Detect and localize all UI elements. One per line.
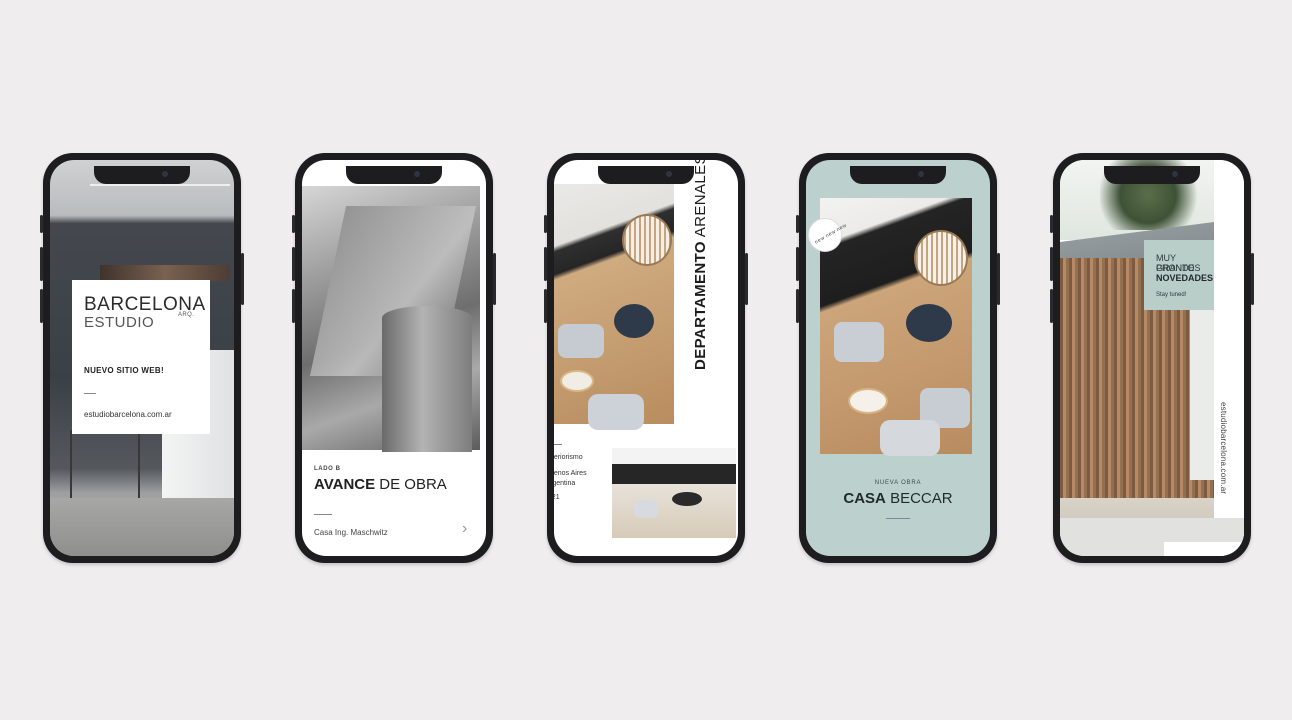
phone-screen-1: BARCELONA ESTUDIO ARQ. NUEVO SITIO WEB! … <box>50 160 234 556</box>
living-room-photo <box>612 448 736 538</box>
announcement-line-2: GRANDES <box>1156 263 1201 273</box>
armchair <box>880 420 940 456</box>
ottoman <box>672 492 702 506</box>
armchair <box>834 322 884 362</box>
phone-notch <box>94 166 190 184</box>
website-link[interactable]: estudiobarcelona.com.ar <box>84 410 172 419</box>
concrete-column <box>382 306 472 452</box>
brand-suffix: ARQ. <box>178 312 195 318</box>
phone-mockup-2: LADO B AVANCE DE OBRA Casa Ing. Maschwit… <box>292 153 496 563</box>
announcement-card: MUY PRONTO GRANDES NOVEDADES Stay tuned! <box>1144 240 1214 310</box>
brand-subtitle: ESTUDIO <box>84 314 155 331</box>
vertical-website-link[interactable]: estudiobarcelona.com.ar <box>1219 402 1228 494</box>
divider <box>554 444 562 445</box>
tagline: NUEVO SITIO WEB! <box>84 366 164 375</box>
info-category: nteriorismo <box>554 454 583 461</box>
pendant-lamp <box>914 230 968 286</box>
vertical-title: DEPARTAMENTO ARENALES <box>692 160 709 370</box>
phone-screen-4: new new new NUEVA OBRA CASA BECCAR <box>806 160 990 556</box>
white-strip <box>1214 160 1244 556</box>
info-city: uenos Aires <box>554 470 587 477</box>
phone-mockup-3: DEPARTAMENTO ARENALES nteriorismo uenos … <box>544 153 748 563</box>
section-label: NUEVA OBRA <box>874 480 922 486</box>
phone-screen-2: LADO B AVANCE DE OBRA Casa Ing. Maschwit… <box>302 160 486 556</box>
section-label: LADO B <box>314 466 341 472</box>
post-title: AVANCE DE OBRA <box>314 476 447 493</box>
wood-shelf <box>100 265 230 281</box>
armchair <box>634 500 658 518</box>
divider <box>84 393 96 394</box>
phone-notch <box>346 166 442 184</box>
post-title: CASA BECCAR <box>843 490 953 507</box>
ottoman <box>906 304 952 342</box>
divider <box>886 518 910 519</box>
chevron-right-icon[interactable]: › <box>462 520 467 538</box>
phone-mockup-5: MUY PRONTO GRANDES NOVEDADES Stay tuned!… <box>1050 153 1254 563</box>
phone-notch <box>1104 166 1200 184</box>
project-name: Casa Ing. Maschwitz <box>314 528 388 537</box>
phone-screen-3: DEPARTAMENTO ARENALES nteriorismo uenos … <box>554 160 738 556</box>
interior-photo <box>820 198 972 456</box>
brand-card: BARCELONA ESTUDIO ARQ. NUEVO SITIO WEB! … <box>72 280 210 434</box>
bottom-bar-accent <box>1164 542 1244 556</box>
armchair <box>588 394 644 430</box>
ottoman <box>614 304 654 338</box>
construction-photo <box>302 186 480 452</box>
announcement-line-3: NOVEDADES <box>1156 273 1214 283</box>
info-year: 021 <box>554 494 560 501</box>
stay-tuned-text: Stay tuned! <box>1156 292 1187 298</box>
phone-notch <box>850 166 946 184</box>
stool <box>70 430 140 500</box>
phone-notch <box>598 166 694 184</box>
armchair <box>558 324 604 358</box>
phone-screen-5: MUY PRONTO GRANDES NOVEDADES Stay tuned!… <box>1060 160 1244 556</box>
window <box>1190 310 1214 480</box>
phone-mockup-1: BARCELONA ESTUDIO ARQ. NUEVO SITIO WEB! … <box>40 153 244 563</box>
pendant-lamp <box>622 214 672 266</box>
project-info: nteriorismo uenos Aires rgentina 021 <box>554 453 610 503</box>
side-table <box>560 370 594 392</box>
floor <box>50 498 234 556</box>
side-table <box>848 388 888 414</box>
new-badge: new new new <box>808 218 848 252</box>
divider <box>314 514 332 515</box>
ceiling-light <box>90 184 230 186</box>
info-country: rgentina <box>554 480 576 487</box>
interior-photo <box>554 184 674 430</box>
phone-mockup-4: new new new NUEVA OBRA CASA BECCAR <box>796 153 1000 563</box>
